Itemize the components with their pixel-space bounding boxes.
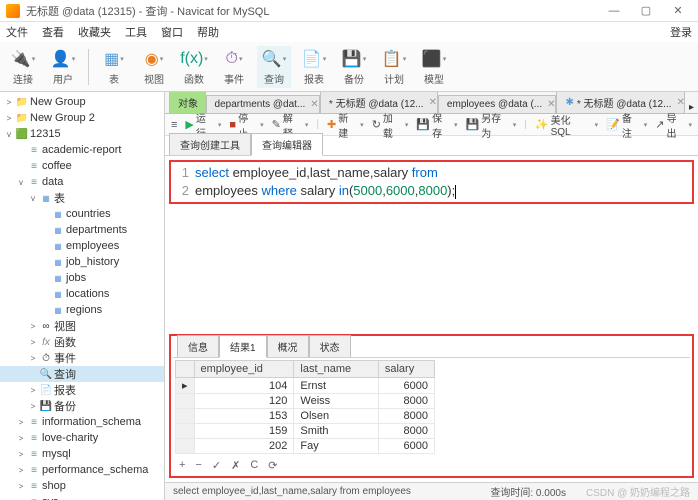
tree-jobs[interactable]: ▦jobs	[0, 270, 164, 286]
qbtn-加载[interactable]: ↻加载▾	[372, 110, 409, 140]
app-logo-icon	[6, 4, 20, 18]
sql-editor-highlight: 12 select employee_id,last_name,salary f…	[169, 160, 694, 204]
tree-视图[interactable]: >∞视图	[0, 318, 164, 334]
result-grid[interactable]: employee_id last_name salary ▸104Ernst60…	[175, 360, 435, 454]
toolbar-计划[interactable]: 📋▾计划	[377, 46, 411, 88]
table-row[interactable]: 153Olsen8000	[176, 409, 435, 424]
status-query: select employee_id,last_name,salary from…	[173, 486, 411, 497]
tree-sys[interactable]: >≡sys	[0, 494, 164, 500]
results-highlight: 信息 结果1 概况 状态 employee_id last_name salar…	[169, 334, 694, 478]
rtab-info[interactable]: 信息	[177, 335, 219, 357]
close-icon: ✕	[310, 99, 318, 110]
close-icon: ✕	[429, 97, 437, 108]
qbtn-新建[interactable]: ✚新建▾	[327, 110, 364, 140]
qbtn-导出[interactable]: ↗导出▾	[655, 110, 692, 140]
tree-查询[interactable]: 🔍查询	[0, 366, 164, 382]
tree-love-charity[interactable]: >≡love-charity	[0, 430, 164, 446]
menu-文件[interactable]: 文件	[6, 24, 28, 40]
tree-函数[interactable]: >fx函数	[0, 334, 164, 350]
toolbar-用户[interactable]: 👤▾用户	[46, 46, 80, 88]
maximize-button[interactable]: ▢	[632, 2, 660, 20]
tree-coffee[interactable]: ≡coffee	[0, 158, 164, 174]
status-bar: select employee_id,last_name,salary from…	[165, 482, 698, 500]
title-bar: 无标题 @data (12315) - 查询 - Navicat for MyS…	[0, 0, 698, 22]
qbtn-美化 SQL[interactable]: ✨美化 SQL▾	[535, 112, 598, 138]
window-title: 无标题 @data (12315) - 查询 - Navicat for MyS…	[26, 3, 600, 19]
rtab-result1[interactable]: 结果1	[219, 335, 267, 358]
menu-查看[interactable]: 查看	[42, 24, 64, 40]
rnav-btn[interactable]: ✗	[231, 459, 240, 472]
col-salary[interactable]: salary	[378, 361, 434, 378]
qbtn-另存为[interactable]: 💾另存为▾	[465, 110, 516, 140]
menu-窗口[interactable]: 窗口	[161, 24, 183, 40]
close-icon: ✕	[676, 97, 684, 108]
status-time: 查询时间: 0.000s	[490, 484, 566, 499]
qbtn-[interactable]: ≡	[171, 119, 177, 131]
sql-editor[interactable]: 12 select employee_id,last_name,salary f…	[173, 164, 690, 200]
sql-code[interactable]: select employee_id,last_name,salary from…	[195, 164, 690, 200]
subtab-editor[interactable]: 查询编辑器	[251, 133, 323, 156]
tree-regions[interactable]: ▦regions	[0, 302, 164, 318]
menu-帮助[interactable]: 帮助	[197, 24, 219, 40]
rtab-status[interactable]: 状态	[309, 335, 351, 357]
status-watermark: CSDN @ 奶奶编程之路	[586, 484, 690, 499]
minimize-button[interactable]: —	[600, 2, 628, 20]
tree-mysql[interactable]: >≡mysql	[0, 446, 164, 462]
tree-departments[interactable]: ▦departments	[0, 222, 164, 238]
qbtn-备注[interactable]: 📝备注▾	[606, 110, 647, 140]
main-toolbar: 🔌▾连接👤▾用户 ▦▾表◉▾视图f(x)▾函数⏱▾事件🔍▾查询📄▾报表💾▾备份📋▾…	[0, 42, 698, 92]
rnav-btn[interactable]: C	[250, 459, 258, 471]
tree-information_schema[interactable]: >≡information_schema	[0, 414, 164, 430]
toolbar-连接[interactable]: 🔌▾连接	[6, 46, 40, 88]
close-icon: ✕	[547, 99, 555, 110]
tree-事件[interactable]: >⏱事件	[0, 350, 164, 366]
table-row[interactable]: ▸104Ernst6000	[176, 378, 435, 394]
subtab-builder[interactable]: 查询创建工具	[169, 133, 251, 155]
line-gutter: 12	[173, 164, 195, 200]
toolbar-函数[interactable]: f(x)▾函数	[177, 46, 211, 88]
tree-12315[interactable]: v🟩12315	[0, 126, 164, 142]
rnav-btn[interactable]: ⟳	[268, 459, 277, 472]
tree-locations[interactable]: ▦locations	[0, 286, 164, 302]
connection-tree[interactable]: >📁New Group>📁New Group 2v🟩12315≡academic…	[0, 92, 165, 500]
tree-performance_schema[interactable]: >≡performance_schema	[0, 462, 164, 478]
tree-employees[interactable]: ▦employees	[0, 238, 164, 254]
toolbar-报表[interactable]: 📄▾报表	[297, 46, 331, 88]
tree-New Group 2[interactable]: >📁New Group 2	[0, 110, 164, 126]
col-last-name[interactable]: last_name	[294, 361, 378, 378]
tree-备份[interactable]: >💾备份	[0, 398, 164, 414]
result-tabs: 信息 结果1 概况 状态	[173, 338, 690, 358]
menu-收藏夹[interactable]: 收藏夹	[78, 24, 111, 40]
rnav-btn[interactable]: ✓	[212, 459, 221, 472]
rtab-profile[interactable]: 概况	[267, 335, 309, 357]
table-row[interactable]: 159Smith8000	[176, 424, 435, 439]
menu-登录[interactable]: 登录	[670, 24, 692, 40]
tree-报表[interactable]: >📄报表	[0, 382, 164, 398]
rnav-btn[interactable]: −	[195, 459, 201, 471]
table-row[interactable]: 120Weiss8000	[176, 394, 435, 409]
toolbar-查询[interactable]: 🔍▾查询	[257, 46, 291, 88]
tree-New Group[interactable]: >📁New Group	[0, 94, 164, 110]
menu-工具[interactable]: 工具	[125, 24, 147, 40]
rnav-btn[interactable]: +	[179, 459, 185, 471]
tree-academic-report[interactable]: ≡academic-report	[0, 142, 164, 158]
qbtn-保存[interactable]: 💾保存▾	[416, 110, 457, 140]
toolbar-表[interactable]: ▦▾表	[97, 46, 131, 88]
tree-表[interactable]: v▦表	[0, 190, 164, 206]
toolbar-视图[interactable]: ◉▾视图	[137, 46, 171, 88]
col-employee-id[interactable]: employee_id	[194, 361, 294, 378]
query-subtabs: 查询创建工具 查询编辑器	[165, 136, 698, 156]
close-button[interactable]: ✕	[664, 2, 692, 20]
result-nav-bar: +−✓ ✗ C ⟳	[173, 456, 690, 474]
toolbar-备份[interactable]: 💾▾备份	[337, 46, 371, 88]
toolbar-模型[interactable]: ⬛▾模型	[417, 46, 451, 88]
tree-data[interactable]: v≡data	[0, 174, 164, 190]
menu-bar: 文件查看收藏夹工具窗口帮助 登录	[0, 22, 698, 42]
toolbar-事件[interactable]: ⏱▾事件	[217, 46, 251, 88]
tree-job_history[interactable]: ▦job_history	[0, 254, 164, 270]
table-row[interactable]: 202Fay6000	[176, 439, 435, 454]
tree-shop[interactable]: >≡shop	[0, 478, 164, 494]
tree-countries[interactable]: ▦countries	[0, 206, 164, 222]
